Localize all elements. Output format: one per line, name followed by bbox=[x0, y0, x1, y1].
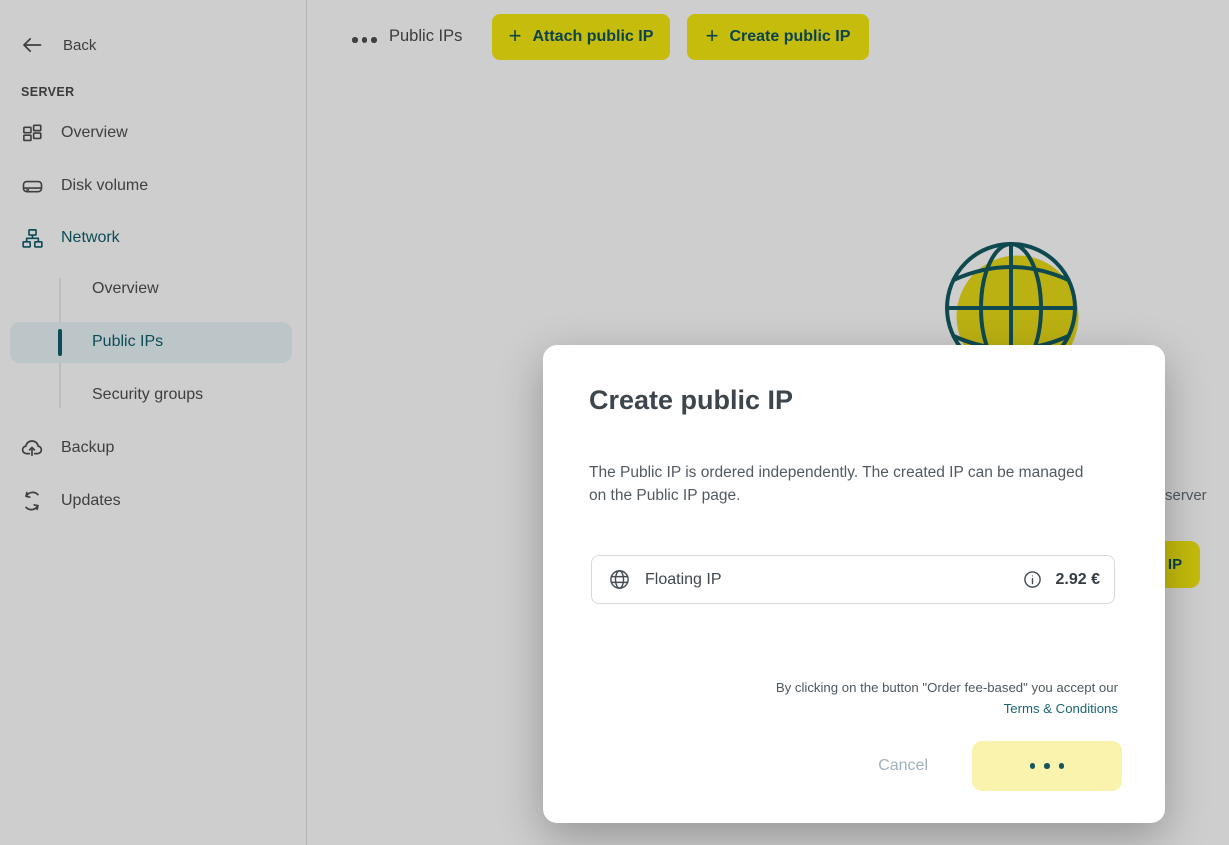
cancel-button[interactable]: Cancel bbox=[870, 751, 936, 781]
info-icon[interactable] bbox=[1023, 570, 1042, 589]
screen: Back SERVER Overview bbox=[0, 0, 1229, 845]
create-public-ip-dialog: Create public IP The Public IP is ordere… bbox=[543, 345, 1165, 823]
terms-text: By clicking on the button "Order fee-bas… bbox=[776, 678, 1118, 719]
order-button-loading[interactable] bbox=[972, 741, 1122, 791]
modal-actions: Cancel bbox=[870, 741, 1122, 791]
floating-ip-option[interactable]: Floating IP 2.92 € bbox=[591, 555, 1115, 604]
terms-link[interactable]: Terms & Conditions bbox=[1004, 701, 1118, 716]
modal-description: The Public IP is ordered independently. … bbox=[589, 461, 1103, 507]
modal-title: Create public IP bbox=[589, 385, 793, 416]
option-label: Floating IP bbox=[645, 571, 721, 589]
option-price: 2.92 € bbox=[1056, 571, 1100, 589]
globe-icon bbox=[608, 568, 631, 591]
loading-dots-icon bbox=[1030, 763, 1036, 769]
